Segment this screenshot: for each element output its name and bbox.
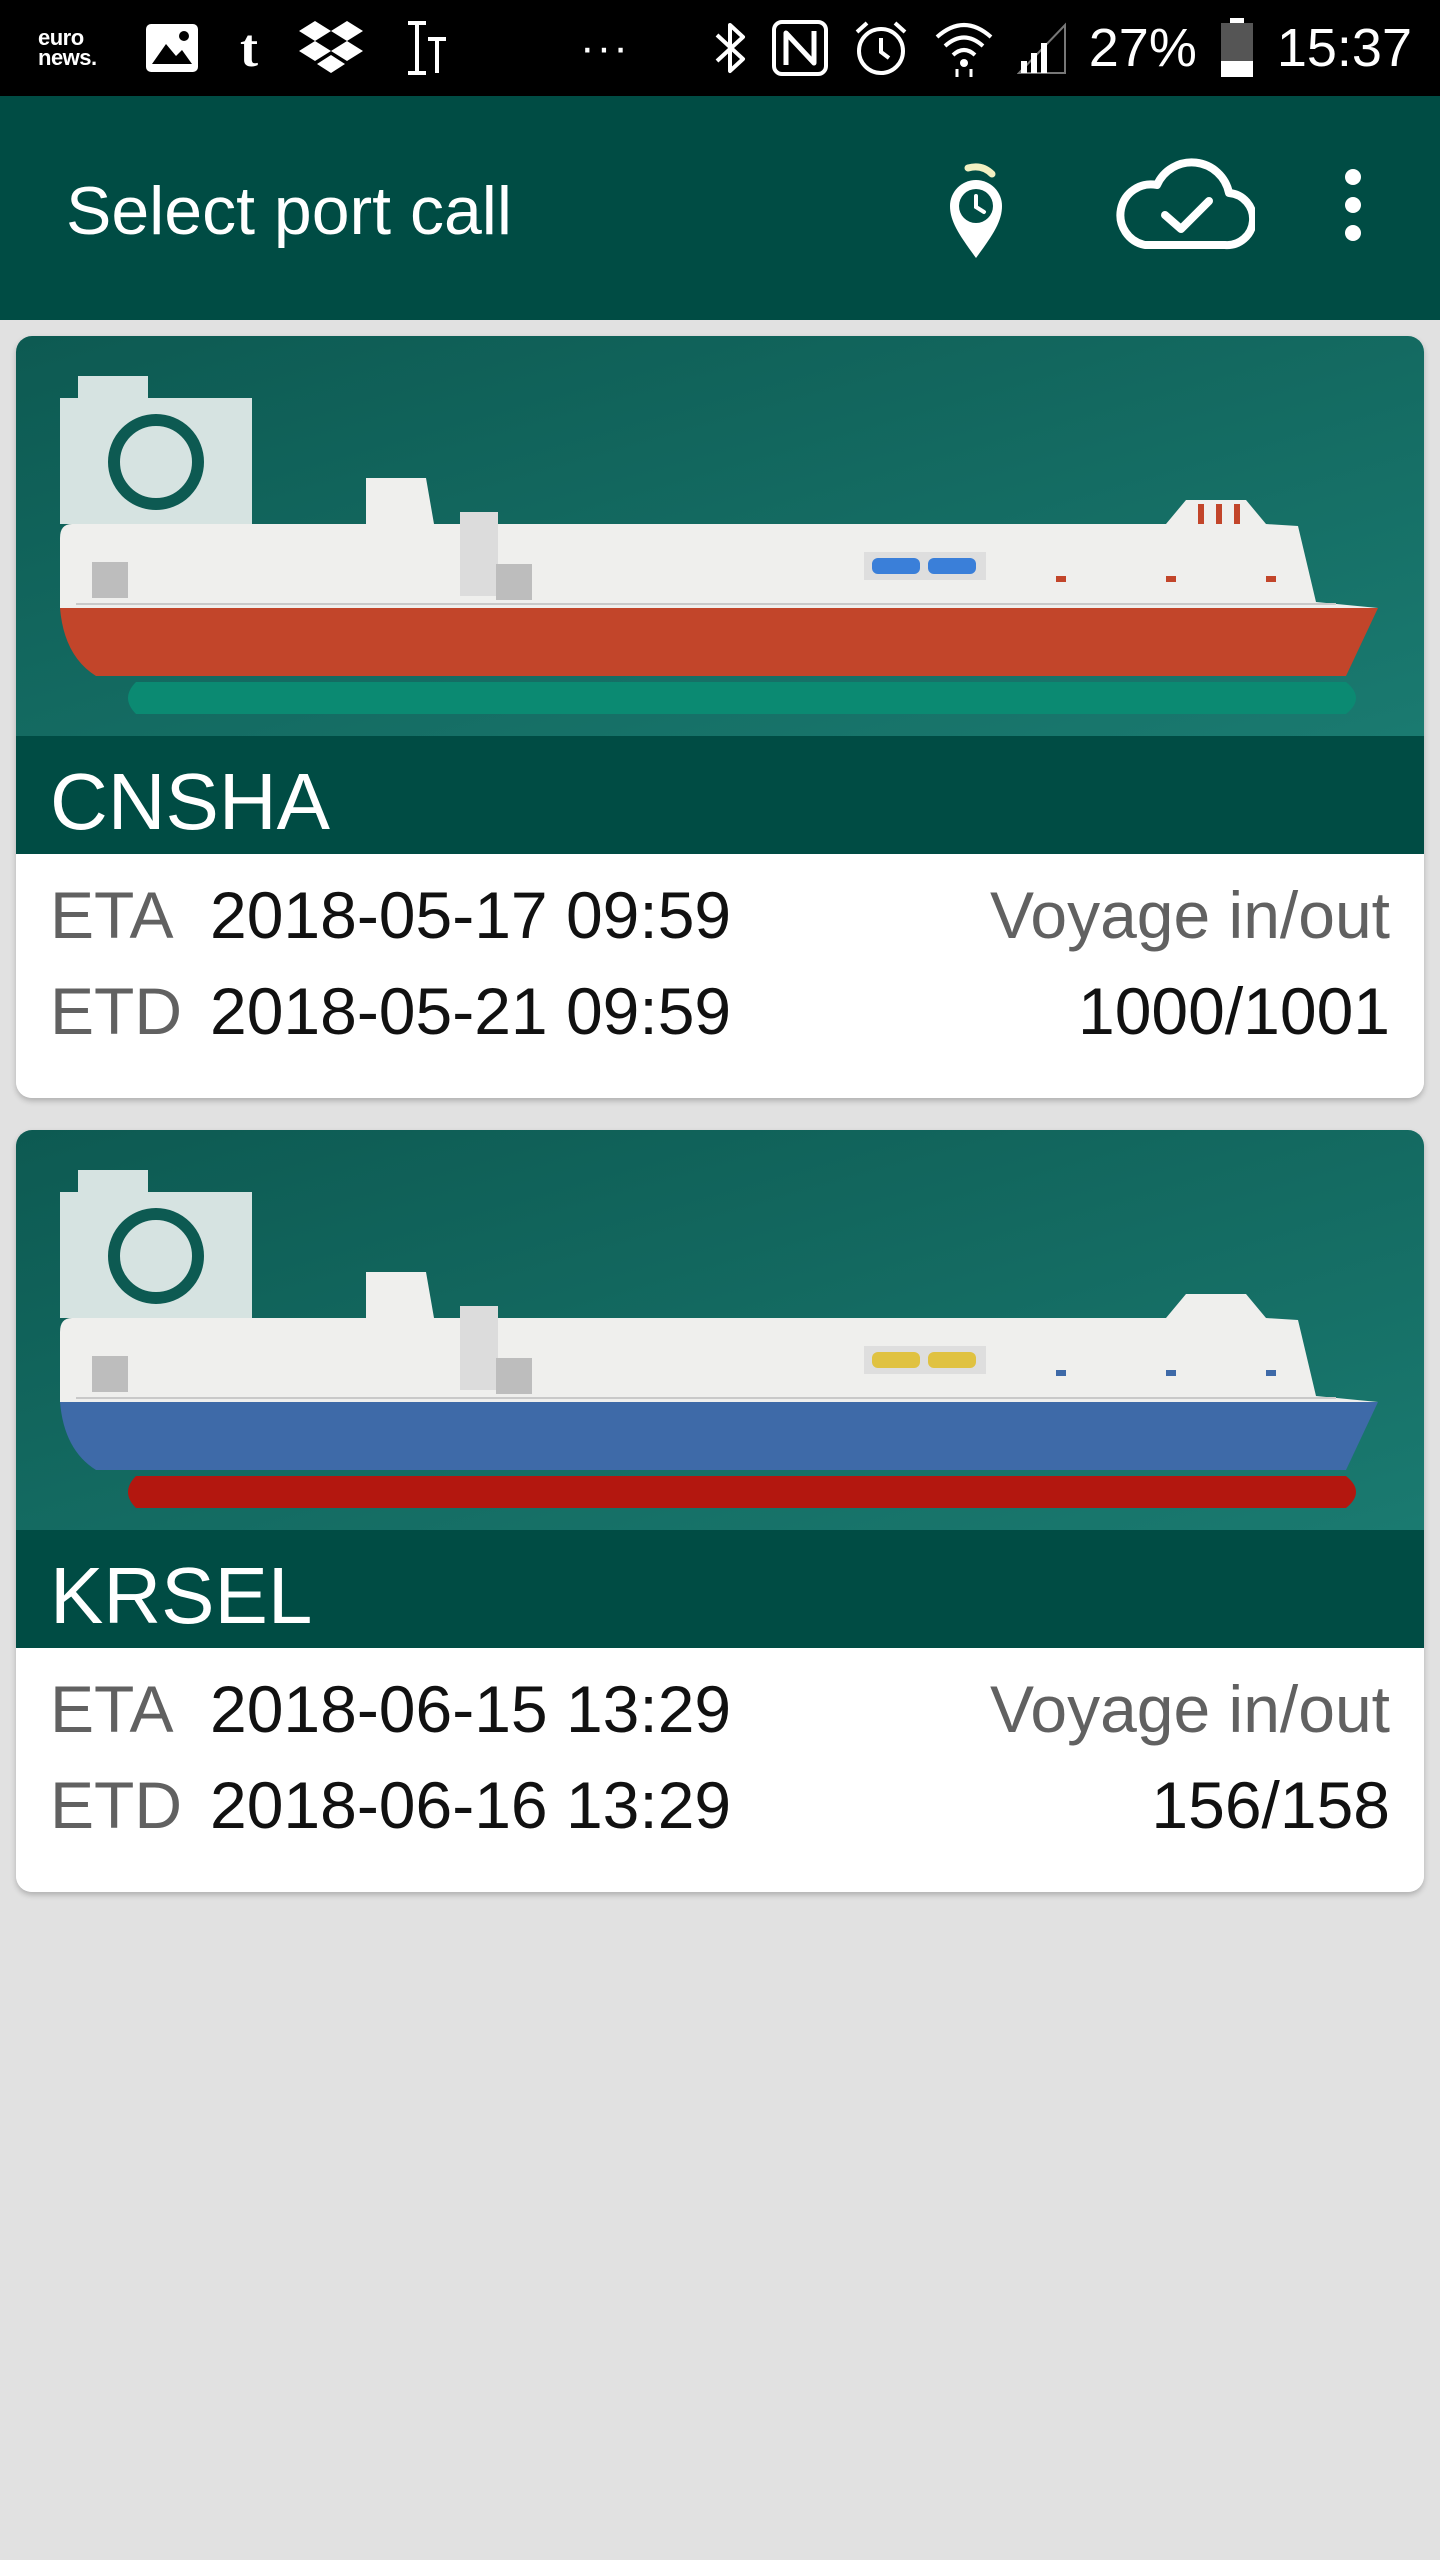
wifi-icon xyxy=(933,17,995,79)
camera-icon[interactable] xyxy=(60,1162,260,1332)
clock: 15:37 xyxy=(1276,18,1412,78)
etd-value: 2018-05-21 09:59 xyxy=(210,974,732,1048)
port-code: CNSHA xyxy=(50,757,331,846)
battery-icon xyxy=(1219,17,1255,79)
port-code-bar: KRSEL xyxy=(16,1530,1424,1648)
location-clock-icon xyxy=(950,163,1002,258)
cloud-sync-button[interactable] xyxy=(1110,150,1260,260)
voyage-value: 1000/1001 xyxy=(1078,974,1390,1048)
cloud-check-icon xyxy=(1116,158,1255,250)
system-status-icons: 27% 15:37 xyxy=(713,0,1412,96)
etd-label: ETD xyxy=(50,1768,182,1842)
etd-value: 2018-06-16 13:29 xyxy=(210,1768,732,1842)
port-call-card[interactable]: KRSEL ETA 2018-06-15 13:29 Voyage in/out… xyxy=(16,1130,1424,1892)
tumblr-icon: t xyxy=(240,18,258,78)
eta-row: ETA 2018-05-17 09:59 Voyage in/out xyxy=(16,870,1424,960)
nfc-icon xyxy=(771,19,829,77)
gallery-icon xyxy=(144,22,200,74)
port-code: KRSEL xyxy=(50,1551,313,1640)
port-call-card[interactable]: CNSHA ETA 2018-05-17 09:59 Voyage in/out… xyxy=(16,336,1424,1098)
port-call-details: ETA 2018-06-15 13:29 Voyage in/out ETD 2… xyxy=(16,1648,1424,1892)
euronews-icon: euro news. xyxy=(38,25,97,70)
eta-label: ETA xyxy=(50,878,174,952)
overflow-menu-icon xyxy=(1345,169,1361,241)
cell-signal-icon xyxy=(1016,21,1067,75)
port-call-details: ETA 2018-05-17 09:59 Voyage in/out ETD 2… xyxy=(16,854,1424,1098)
etd-row: ETD 2018-05-21 09:59 1000/1001 xyxy=(16,966,1424,1056)
notification-icons: euro news. t ··· xyxy=(38,0,630,96)
eta-value: 2018-06-15 13:29 xyxy=(210,1672,732,1746)
vessel-image xyxy=(16,336,1424,736)
camera-icon[interactable] xyxy=(60,368,260,538)
eta-value: 2018-05-17 09:59 xyxy=(210,878,732,952)
voyage-label: Voyage in/out xyxy=(990,878,1390,952)
port-code-bar: CNSHA xyxy=(16,736,1424,854)
voyage-label: Voyage in/out xyxy=(990,1672,1390,1746)
overflow-menu-button[interactable] xyxy=(1320,150,1386,260)
text-cursor-icon xyxy=(404,19,450,77)
voyage-value: 156/158 xyxy=(1151,1768,1390,1842)
page-title: Select port call xyxy=(66,173,512,249)
battery-percent: 27% xyxy=(1088,18,1197,78)
alarm-icon xyxy=(851,18,911,78)
vessel-image xyxy=(16,1130,1424,1530)
etd-row: ETD 2018-06-16 13:29 156/158 xyxy=(16,1760,1424,1850)
location-clock-button[interactable] xyxy=(930,126,1026,286)
eta-label: ETA xyxy=(50,1672,174,1746)
more-notifications-icon: ··· xyxy=(579,23,630,72)
bluetooth-icon xyxy=(713,19,749,77)
etd-label: ETD xyxy=(50,974,182,1048)
dropbox-icon xyxy=(298,19,364,77)
app-bar: Select port call xyxy=(0,96,1440,320)
status-bar: euro news. t ··· 27% 15:37 xyxy=(0,0,1440,96)
eta-row: ETA 2018-06-15 13:29 Voyage in/out xyxy=(16,1664,1424,1754)
